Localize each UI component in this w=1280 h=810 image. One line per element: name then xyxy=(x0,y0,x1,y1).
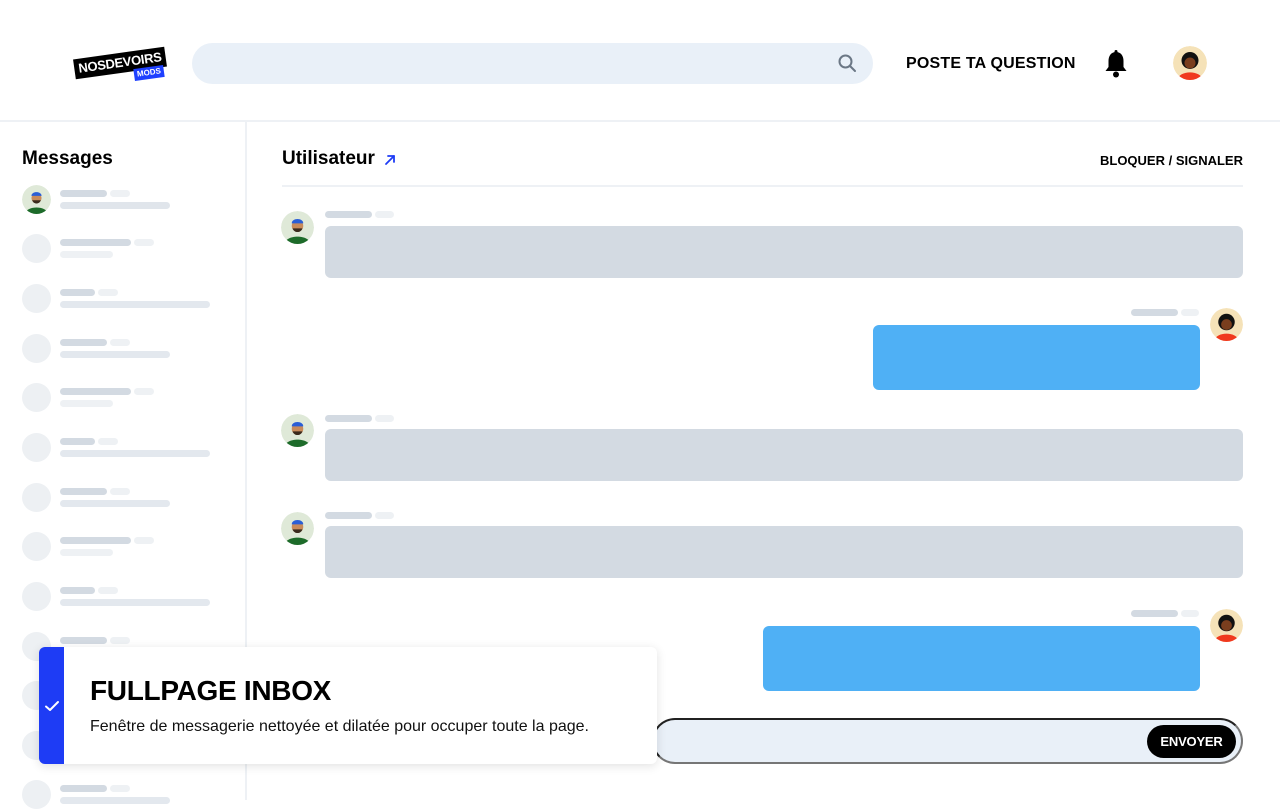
check-icon xyxy=(45,701,59,711)
avatar xyxy=(1210,609,1243,642)
conversation-item[interactable] xyxy=(22,433,232,463)
ask-question-button[interactable]: POSTE TA QUESTION xyxy=(906,55,1076,73)
toast-title: FULLPAGE INBOX xyxy=(90,675,332,706)
conversation-item[interactable] xyxy=(22,532,232,562)
logo-sub: MODS xyxy=(133,64,165,82)
user-avatar[interactable] xyxy=(1173,46,1207,80)
block-report-link[interactable]: BLOQUER / SIGNALER xyxy=(1100,153,1243,168)
conversation-item[interactable] xyxy=(22,334,232,364)
incoming-message xyxy=(325,226,1243,278)
conversation-item[interactable] xyxy=(22,483,232,513)
conversation-item[interactable] xyxy=(22,185,232,215)
message-meta xyxy=(325,211,372,218)
top-header: NOSDEVOIRS MODS POSTE TA QUESTION xyxy=(0,0,1280,122)
search-icon[interactable] xyxy=(837,53,857,73)
conversation-item[interactable] xyxy=(22,234,232,264)
conversation-item[interactable] xyxy=(22,284,232,314)
external-link-icon[interactable] xyxy=(383,153,397,167)
incoming-message xyxy=(325,526,1243,578)
outgoing-message xyxy=(763,626,1200,691)
avatar xyxy=(281,211,314,244)
message-meta xyxy=(325,512,372,519)
conversation-item[interactable] xyxy=(22,383,232,413)
message-meta xyxy=(325,415,372,422)
toast-message: Fenêtre de messagerie nettoyée et dilaté… xyxy=(90,718,589,735)
notification-toast: FULLPAGE INBOX Fenêtre de messagerie net… xyxy=(39,647,657,764)
sidebar-title: Messages xyxy=(22,148,113,169)
avatar xyxy=(1210,308,1243,341)
search-input[interactable] xyxy=(192,43,873,84)
chat-user-title[interactable]: Utilisateur xyxy=(282,148,375,170)
divider xyxy=(282,185,1243,187)
bell-icon[interactable] xyxy=(1103,50,1129,78)
outgoing-message xyxy=(873,325,1200,390)
message-meta xyxy=(1131,610,1178,617)
avatar xyxy=(281,414,314,447)
avatar xyxy=(22,185,51,214)
avatar xyxy=(281,512,314,545)
conversation-item[interactable] xyxy=(22,780,232,810)
send-button[interactable]: ENVOYER xyxy=(1147,725,1236,758)
incoming-message xyxy=(325,429,1243,481)
message-meta xyxy=(1131,309,1178,316)
site-logo[interactable]: NOSDEVOIRS MODS xyxy=(73,45,167,83)
conversation-item[interactable] xyxy=(22,582,232,612)
